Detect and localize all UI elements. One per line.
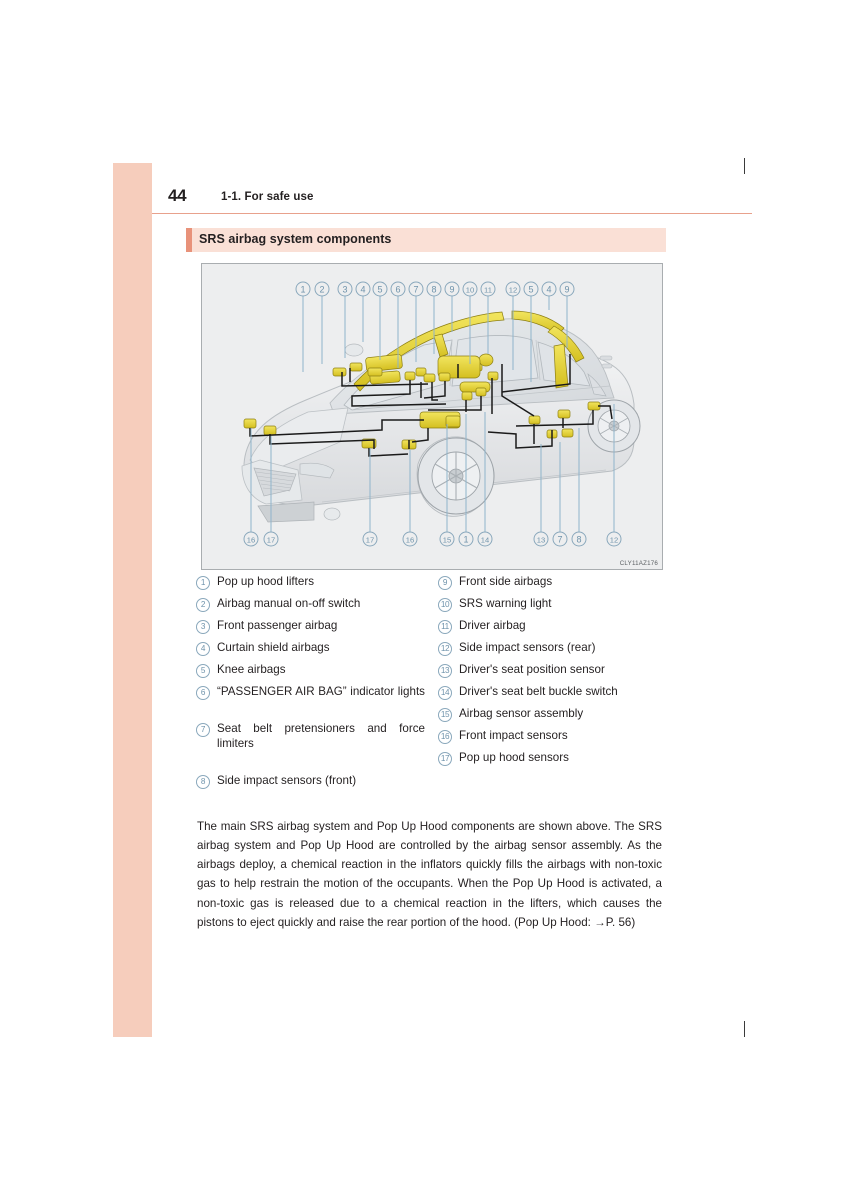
legend-item: 16 Front impact sensors [438, 728, 674, 744]
svg-text:1: 1 [300, 285, 305, 295]
legend-number: 10 [438, 597, 452, 612]
legend-item: 4 Curtain shield airbags [196, 640, 432, 656]
svg-text:14: 14 [481, 536, 489, 545]
legend-label: Airbag sensor assembly [459, 707, 584, 720]
manual-page: 44 1-1. For safe use SRS airbag system c… [0, 0, 848, 1200]
legend-number: 9 [438, 575, 452, 590]
legend-label: Airbag manual on-off switch [217, 597, 361, 610]
legend-number: 7 [196, 722, 210, 737]
legend-item: 6 “PASSENGER AIR BAG” indicator lights [196, 684, 432, 715]
legend-item: 13 Driver's seat position sensor [438, 662, 674, 678]
legend-number: 4 [196, 641, 210, 656]
crop-mark-bottom-right [744, 1021, 745, 1037]
svg-text:15: 15 [443, 536, 451, 545]
crop-mark-top-right [744, 158, 745, 174]
legend-number: 3 [196, 619, 210, 634]
legend-number: 8 [196, 774, 210, 789]
legend-number: 12 [438, 641, 452, 656]
header-rule [152, 213, 752, 215]
legend-label: Driver's seat position sensor [459, 663, 605, 676]
svg-text:16: 16 [406, 536, 414, 545]
top-callout-badges: 12 34 56 78 9 10 11 12 54 9 [295, 281, 575, 297]
legend-item: 2 Airbag manual on-off switch [196, 596, 432, 612]
legend-label: Front impact sensors [459, 729, 568, 742]
legend-item: 17 Pop up hood sensors [438, 750, 674, 766]
legend-label: Front side airbags [459, 575, 553, 588]
figure-caption-code: CLY11AZ176 [619, 560, 658, 567]
svg-text:9: 9 [564, 285, 569, 295]
svg-text:16: 16 [247, 536, 255, 545]
legend-item: 3 Front passenger airbag [196, 618, 432, 634]
section-header: SRS airbag system components [186, 228, 666, 252]
svg-text:4: 4 [546, 285, 551, 295]
legend-label: Pop up hood sensors [459, 751, 569, 764]
legend-item: 8 Side impact sensors (front) [196, 773, 432, 789]
legend-number: 17 [438, 751, 452, 766]
section-title: SRS airbag system components [199, 232, 392, 246]
svg-text:13: 13 [537, 536, 545, 545]
svg-text:4: 4 [360, 285, 365, 295]
legend-item: 9 Front side airbags [438, 574, 674, 590]
legend-label: Pop up hood lifters [217, 575, 315, 588]
section-accent-bar [186, 228, 192, 252]
legend-item: 5 Knee airbags [196, 662, 432, 678]
legend-label: Knee airbags [217, 663, 286, 676]
chapter-edge-tab [113, 163, 152, 1037]
svg-text:9: 9 [449, 285, 454, 295]
legend-column-right: 9 Front side airbags 10 SRS warning ligh… [438, 574, 674, 772]
svg-text:3: 3 [342, 285, 347, 295]
running-head: 44 1-1. For safe use [152, 186, 752, 214]
legend-item: 10 SRS warning light [438, 596, 674, 612]
svg-text:5: 5 [528, 285, 533, 295]
srs-components-diagram: 12 34 56 78 9 10 11 12 54 9 16 17 17 16 … [201, 263, 663, 570]
legend-item: 1 Pop up hood lifters [196, 574, 432, 590]
legend-number: 14 [438, 685, 452, 700]
legend-label: Front passenger airbag [217, 619, 338, 632]
svg-text:12: 12 [610, 536, 618, 545]
legend-item: 14 Driver's seat belt buckle switch [438, 684, 674, 700]
legend-item: 12 Side impact sensors (rear) [438, 640, 674, 656]
section-breadcrumb: 1-1. For safe use [221, 191, 314, 203]
legend-label: Driver's seat belt buckle switch [459, 685, 618, 698]
legend-number: 6 [196, 685, 210, 700]
legend-number: 13 [438, 663, 452, 678]
svg-text:2: 2 [319, 285, 324, 295]
legend-number: 15 [438, 707, 452, 722]
legend-item: 11 Driver airbag [438, 618, 674, 634]
svg-text:10: 10 [466, 286, 474, 295]
legend-label: Seat belt pretensioners and force limite… [217, 722, 425, 751]
legend-label: SRS warning light [459, 597, 552, 610]
legend-label: Driver airbag [459, 619, 526, 632]
svg-text:6: 6 [395, 285, 400, 295]
page-number: 44 [168, 186, 187, 205]
legend-label: “PASSENGER AIR BAG” indicator lights [217, 685, 425, 698]
svg-text:8: 8 [576, 535, 581, 545]
legend-column-left: 1 Pop up hood lifters 2 Airbag manual on… [196, 574, 432, 795]
svg-text:7: 7 [557, 535, 562, 545]
legend-number: 16 [438, 729, 452, 744]
svg-text:8: 8 [431, 285, 436, 295]
car-cutaway-illustration: 12 34 56 78 9 10 11 12 54 9 16 17 17 16 … [241, 281, 641, 547]
svg-text:17: 17 [366, 536, 374, 545]
legend-number: 11 [438, 619, 452, 634]
legend-number: 5 [196, 663, 210, 678]
legend-label: Side impact sensors (rear) [459, 641, 596, 654]
svg-text:1: 1 [463, 535, 468, 545]
svg-text:11: 11 [484, 286, 492, 295]
bottom-callout-badges: 16 17 17 16 15 1 14 13 7 8 12 [243, 531, 622, 547]
body-paragraph: The main SRS airbag system and Pop Up Ho… [197, 819, 662, 929]
svg-text:5: 5 [377, 285, 382, 295]
legend-label: Side impact sensors (front) [217, 774, 357, 788]
legend-item: 15 Airbag sensor assembly [438, 706, 674, 722]
legend-number: 2 [196, 597, 210, 612]
legend-number: 1 [196, 575, 210, 590]
svg-text:7: 7 [413, 285, 418, 295]
legend-label: Curtain shield airbags [217, 641, 330, 654]
svg-text:12: 12 [509, 286, 517, 295]
legend-item: 7 Seat belt pretensioners and force limi… [196, 721, 432, 767]
svg-text:17: 17 [267, 536, 275, 545]
